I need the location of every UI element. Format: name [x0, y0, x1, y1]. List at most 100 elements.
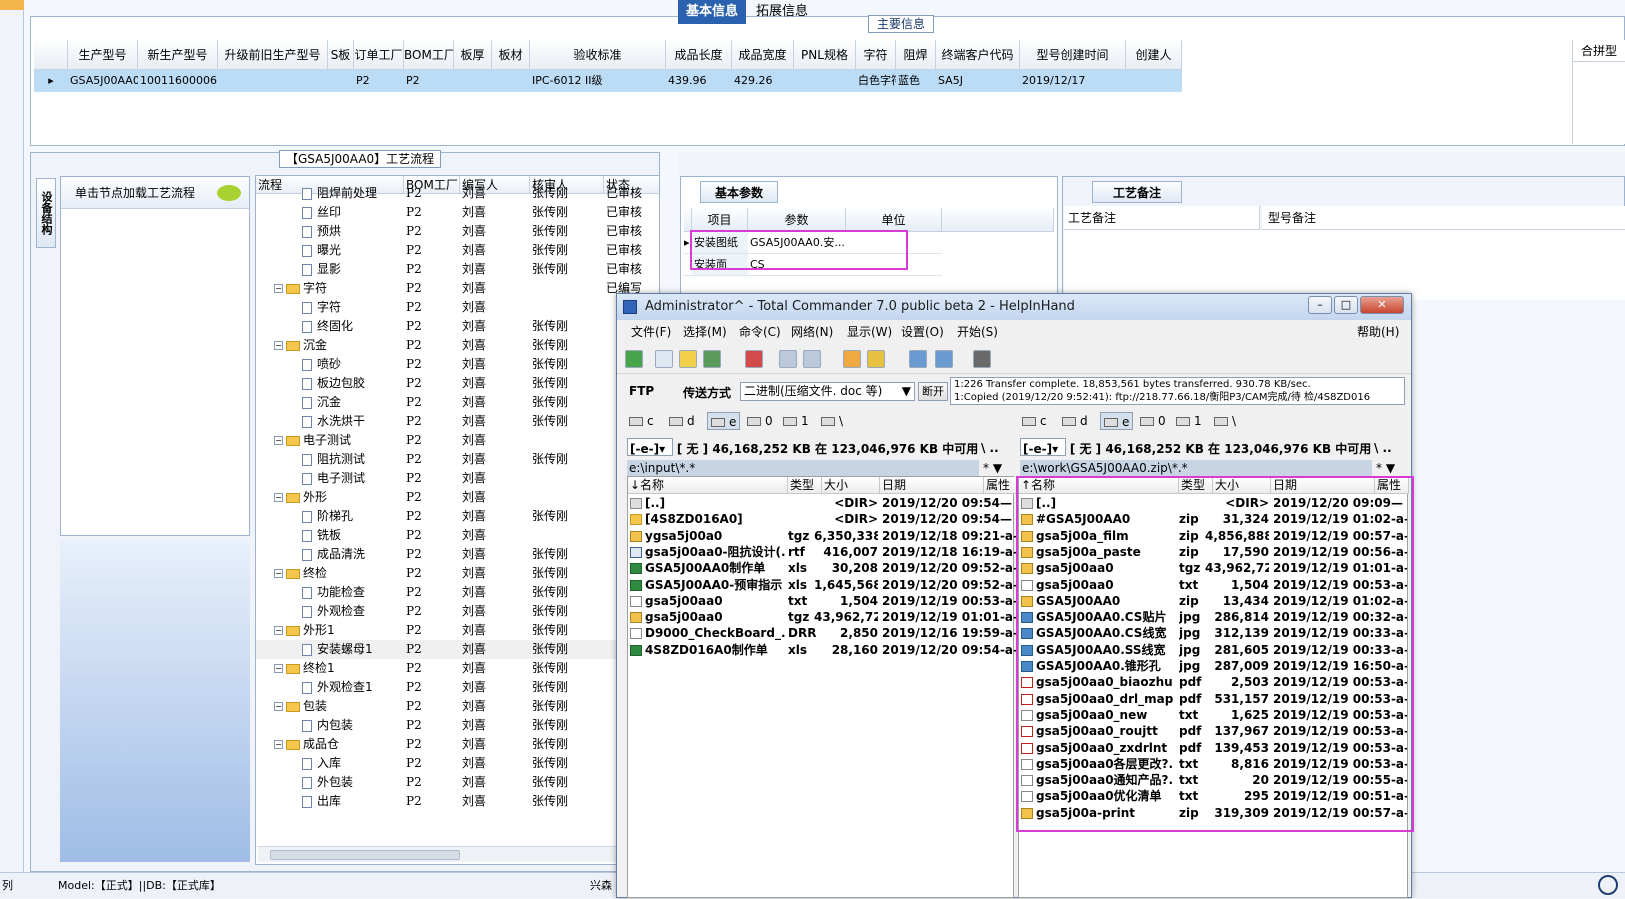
- tree-node[interactable]: 字符: [302, 298, 341, 317]
- tree-node[interactable]: 曝光: [302, 241, 341, 260]
- file-row[interactable]: gsa5j00aa0tgz43,962,7262019/12/19 01:01-…: [628, 609, 1016, 625]
- column-header[interactable]: 订单工厂: [354, 40, 404, 70]
- tree-row[interactable]: − 沉金 P2 刘喜 张传刚: [256, 336, 659, 355]
- maximize-button[interactable]: □: [1334, 296, 1358, 314]
- file-row[interactable]: ygsa5j00a0 tgz 6,350,338 2019/12/18 09:21-a…: [628, 528, 1016, 544]
- tree-row[interactable]: 沉金 P2 刘喜 张传刚: [256, 393, 659, 412]
- tree-node[interactable]: 安装螺母1: [302, 640, 373, 659]
- basic-params-title[interactable]: 基本参数: [700, 181, 779, 203]
- file-column-header[interactable]: 类型: [788, 477, 822, 494]
- drive-button[interactable]: 0: [747, 412, 773, 430]
- drive-button[interactable]: c: [629, 412, 654, 430]
- drive-button[interactable]: d: [669, 412, 695, 430]
- tree-row[interactable]: 阶梯孔 P2 刘喜 张传刚: [256, 507, 659, 526]
- tree-node[interactable]: 外观检查: [302, 602, 365, 621]
- table-cell[interactable]: 2019/12/17: [1020, 70, 1126, 92]
- collapse-icon[interactable]: −: [274, 626, 283, 635]
- table-cell[interactable]: SA5J: [936, 70, 1020, 92]
- table-cell[interactable]: 429.26: [732, 70, 794, 92]
- tree-node[interactable]: − 沉金: [274, 336, 327, 355]
- param-column-header[interactable]: 项目: [692, 208, 748, 232]
- tree-node[interactable]: 阻焊前处理: [302, 184, 377, 203]
- file-row[interactable]: [..] <DIR> 2019/12/20 09:54—: [628, 495, 1015, 511]
- column-header[interactable]: 板厚: [454, 40, 492, 70]
- comment-bubble-icon[interactable]: [217, 185, 241, 201]
- tree-node[interactable]: 阻抗测试: [302, 450, 365, 469]
- tree-row[interactable]: 功能检查 P2 刘喜 张传刚: [256, 583, 659, 602]
- table-cell[interactable]: [794, 70, 856, 92]
- notes-body[interactable]: [1064, 230, 1625, 300]
- tree-row[interactable]: − 电子测试 P2 刘喜: [256, 431, 659, 450]
- tree-row[interactable]: 出库 P2 刘喜 张传刚: [256, 792, 659, 811]
- collapse-icon[interactable]: −: [274, 569, 283, 578]
- table-cell[interactable]: 蓝色: [896, 70, 936, 92]
- tree-row[interactable]: 外观检查 P2 刘喜 张传刚: [256, 602, 659, 621]
- tree-node[interactable]: 铣板: [302, 526, 341, 545]
- tree-node[interactable]: − 外形: [274, 488, 327, 507]
- column-header[interactable]: 成品长度: [666, 40, 732, 70]
- left-drive-select[interactable]: [-e-]▾: [627, 438, 673, 456]
- tree-row[interactable]: 外观检查1 P2 刘喜 张传刚: [256, 678, 659, 697]
- scroll-thumb[interactable]: [270, 850, 460, 860]
- collapse-icon[interactable]: −: [274, 341, 283, 350]
- find-files-icon[interactable]: [973, 350, 991, 368]
- url-connect-icon[interactable]: [935, 350, 953, 368]
- close-button[interactable]: ✕: [1360, 296, 1404, 314]
- pack-icon[interactable]: [843, 350, 861, 368]
- tree-row[interactable]: 预烘 P2 刘喜 张传刚 已审核: [256, 222, 659, 241]
- tree-row[interactable]: − 成品仓 P2 刘喜 张传刚: [256, 735, 659, 754]
- process-tree-hscrollbar[interactable]: [258, 846, 658, 862]
- right-path-buttons[interactable]: \ ..: [1374, 438, 1410, 458]
- back-icon[interactable]: [779, 350, 797, 368]
- tree-node[interactable]: − 成品仓: [274, 735, 339, 754]
- collapse-icon[interactable]: −: [274, 664, 283, 673]
- tree-node[interactable]: 出库: [302, 792, 341, 811]
- tree-node[interactable]: 电子测试: [302, 469, 365, 488]
- column-header[interactable]: BOM工厂: [404, 40, 454, 70]
- left-current-path[interactable]: e:\input\*.*: [627, 460, 979, 477]
- tree-node[interactable]: 功能检查: [302, 583, 365, 602]
- tree-row[interactable]: 安装螺母1 P2 刘喜 张传刚: [256, 640, 659, 659]
- tree-node[interactable]: − 电子测试: [274, 431, 351, 450]
- collapse-icon[interactable]: −: [274, 493, 283, 502]
- param-column-header[interactable]: 参数: [748, 208, 846, 232]
- table-cell[interactable]: GSA5J00AA0: [68, 70, 138, 92]
- param-column-header[interactable]: 单位: [846, 208, 942, 232]
- tree-node[interactable]: 阶梯孔: [302, 507, 353, 526]
- transfer-mode-select[interactable]: 二进制(压缩文件. doc 等) ▼: [740, 382, 915, 401]
- tree-node[interactable]: 入库: [302, 754, 341, 773]
- tree-row[interactable]: 外包装 P2 刘喜 张传刚: [256, 773, 659, 792]
- menu-item[interactable]: 选择(M): [683, 322, 727, 342]
- unpack-icon[interactable]: [867, 350, 885, 368]
- vertical-tab-equipment[interactable]: 设备结构: [36, 178, 56, 248]
- left-path-buttons[interactable]: \ ..: [981, 438, 1021, 458]
- tree-node[interactable]: 外观检查1: [302, 678, 373, 697]
- table-cell[interactable]: P2: [354, 70, 404, 92]
- file-row[interactable]: GSA5J00AA0-预审指示 xls 1,645,568 2019/12/20 09…: [628, 577, 1016, 593]
- tree-row[interactable]: − 包装 P2 刘喜 张传刚: [256, 697, 659, 716]
- tree-row[interactable]: 曝光 P2 刘喜 张传刚 已审核: [256, 241, 659, 260]
- thumbnail-view-icon[interactable]: [703, 350, 721, 368]
- forward-icon[interactable]: [803, 350, 821, 368]
- tree-row[interactable]: − 外形 P2 刘喜: [256, 488, 659, 507]
- table-cell[interactable]: IPC-6012 II级: [530, 70, 666, 92]
- tree-node[interactable]: − 字符: [274, 279, 327, 298]
- drive-button[interactable]: c: [1022, 412, 1047, 430]
- file-column-header[interactable]: 大小: [822, 477, 880, 494]
- tree-row[interactable]: 显影 P2 刘喜 张传刚 已审核: [256, 260, 659, 279]
- file-row[interactable]: gsa5j00aa0 txt 1,504 2019/12/19 00:53-a—: [628, 593, 1016, 609]
- tree-row[interactable]: 板边包胶 P2 刘喜 张传刚: [256, 374, 659, 393]
- drive-button[interactable]: d: [1062, 412, 1088, 430]
- tree-row[interactable]: 字符 P2 刘喜: [256, 298, 659, 317]
- column-header[interactable]: 阻焊: [896, 40, 936, 70]
- tab-basic-info[interactable]: 基本信息: [678, 0, 747, 24]
- table-cell[interactable]: [492, 70, 530, 92]
- tree-node[interactable]: 内包装: [302, 716, 353, 735]
- tree-node[interactable]: 水洗烘干: [302, 412, 365, 431]
- tree-row[interactable]: − 终检 P2 刘喜 张传刚: [256, 564, 659, 583]
- tree-node[interactable]: 成品清洗: [302, 545, 365, 564]
- table-cell[interactable]: 10011600006107: [138, 70, 218, 92]
- column-header[interactable]: 升级前旧生产型号: [218, 40, 328, 70]
- tab-extended-info[interactable]: 拓展信息: [748, 0, 816, 24]
- menu-item-help[interactable]: 帮助(H): [1357, 322, 1399, 342]
